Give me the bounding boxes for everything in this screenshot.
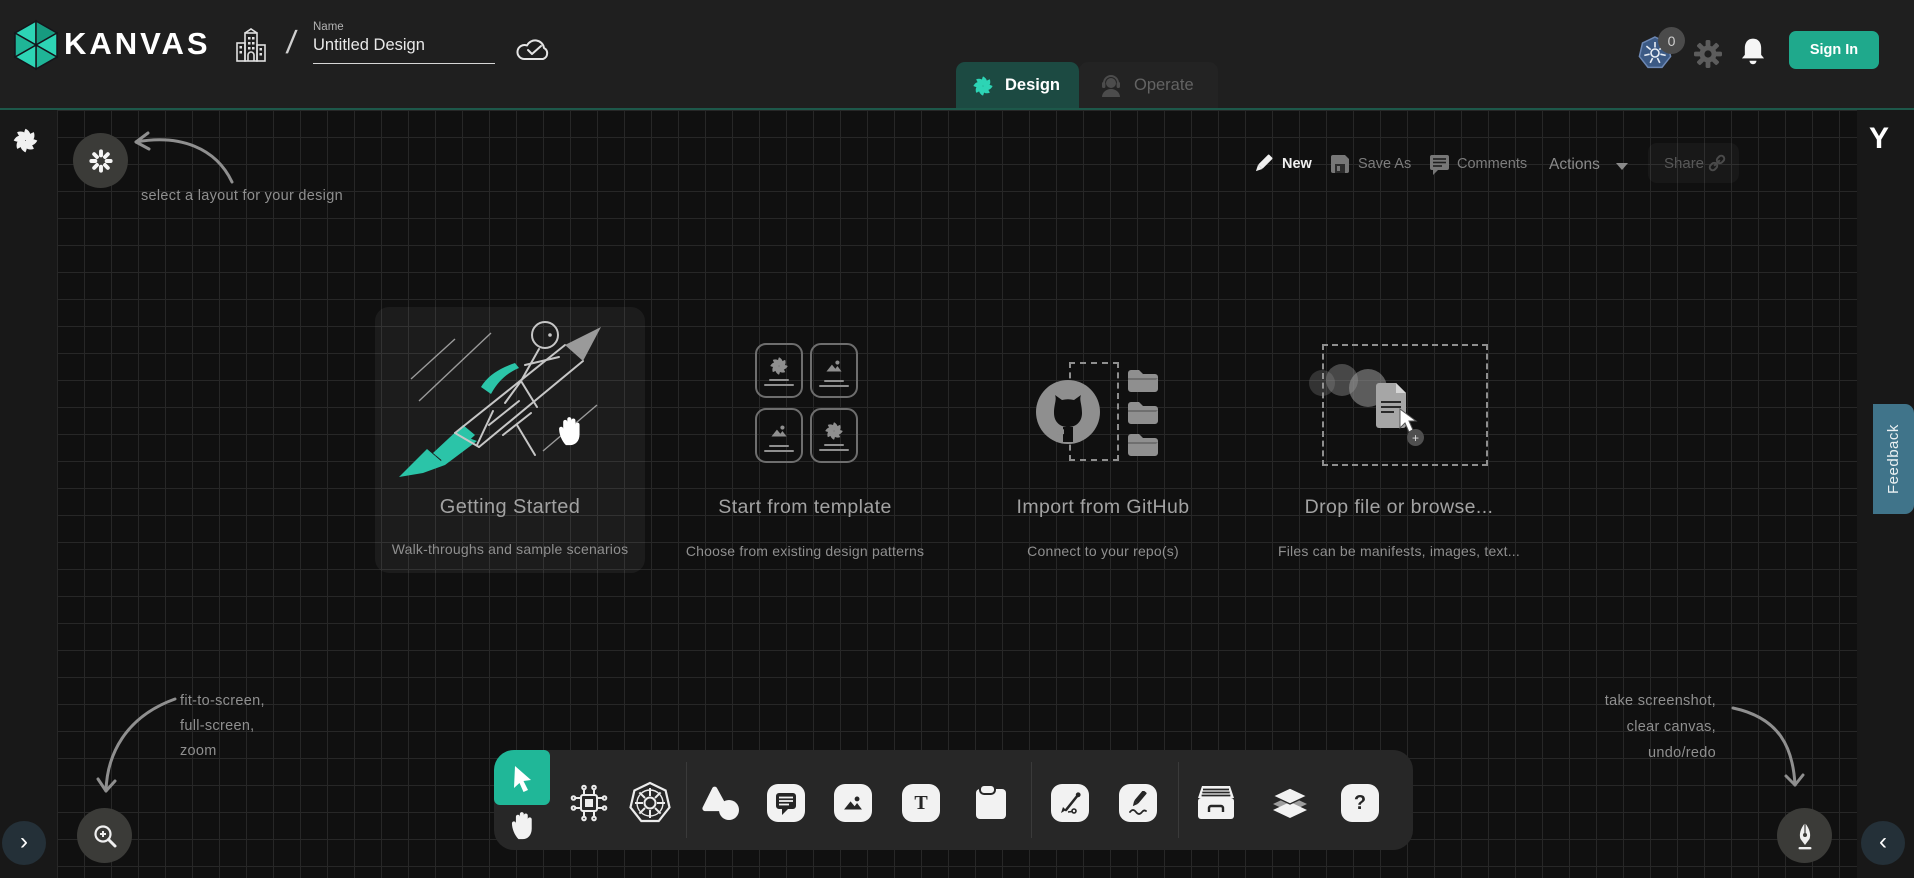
left-rail bbox=[0, 110, 57, 878]
bell-icon[interactable] bbox=[1739, 36, 1767, 68]
hint-take-screenshot: take screenshot, bbox=[1450, 693, 1716, 709]
shapes-tool[interactable] bbox=[701, 784, 741, 822]
breadcrumb-separator: / bbox=[284, 24, 298, 61]
card-subtitle: Files can be manifests, images, text... bbox=[1239, 543, 1559, 559]
select-cursor-icon bbox=[508, 763, 536, 793]
text-icon: T bbox=[914, 792, 927, 815]
kanvas-app: KANVAS / Name bbox=[0, 0, 1914, 878]
card-title: Start from template bbox=[655, 496, 955, 519]
text-tool[interactable]: T bbox=[902, 784, 940, 822]
dock-divider bbox=[1178, 762, 1179, 838]
card-subtitle: Choose from existing design patterns bbox=[645, 543, 965, 559]
folder-icon bbox=[1126, 399, 1160, 425]
design-name-group: Name bbox=[313, 21, 495, 64]
y-logo-icon[interactable]: Y bbox=[1869, 122, 1889, 156]
expand-left-panel-button[interactable]: › bbox=[2, 821, 46, 865]
image-icon bbox=[823, 355, 845, 377]
archive-tool[interactable] bbox=[1194, 784, 1238, 822]
getting-started-card[interactable]: Getting Started Walk-throughs and sample… bbox=[375, 307, 645, 573]
image-tool[interactable] bbox=[834, 784, 872, 822]
dock-divider bbox=[1031, 762, 1032, 838]
comment-tool[interactable] bbox=[767, 784, 805, 822]
pen-tool[interactable] bbox=[1051, 784, 1089, 822]
template-tile bbox=[755, 343, 803, 398]
expand-right-panel-button[interactable]: ‹ bbox=[1861, 821, 1905, 865]
tab-design[interactable]: Design bbox=[956, 62, 1079, 109]
tab-operate[interactable]: Operate bbox=[1079, 62, 1218, 109]
github-icon bbox=[1035, 379, 1101, 445]
hint-arrow-bottom-right bbox=[1725, 693, 1810, 798]
share-button[interactable]: Share bbox=[1648, 143, 1739, 183]
pencil-scribble-icon bbox=[1126, 791, 1150, 815]
question-icon: ? bbox=[1354, 792, 1366, 815]
circuit-tool[interactable] bbox=[569, 783, 609, 823]
link-icon bbox=[1707, 153, 1727, 173]
gear-icon[interactable] bbox=[1693, 39, 1723, 69]
sign-in-button[interactable]: Sign In bbox=[1789, 31, 1879, 69]
save-as-button[interactable]: Save As bbox=[1358, 156, 1411, 172]
pen-nib-icon bbox=[1792, 821, 1818, 851]
folder-icon bbox=[1126, 367, 1160, 393]
card-title: Drop file or browse... bbox=[1249, 496, 1549, 519]
dock-divider bbox=[686, 762, 687, 838]
card-subtitle: Walk-throughs and sample scenarios bbox=[350, 541, 670, 557]
asterisk-icon bbox=[88, 148, 114, 174]
brand-name: KANVAS bbox=[64, 26, 211, 62]
rocket-illustration bbox=[393, 313, 627, 485]
template-tile bbox=[810, 408, 858, 463]
hint-fit-to-screen: fit-to-screen, bbox=[180, 693, 265, 709]
hint-zoom: zoom bbox=[180, 743, 217, 759]
pen-icon bbox=[1058, 791, 1082, 815]
template-tile bbox=[755, 408, 803, 463]
comments-button[interactable]: Comments bbox=[1457, 156, 1527, 172]
hint-arrow-top-left bbox=[120, 118, 240, 190]
freehand-pen-button[interactable] bbox=[1777, 808, 1832, 863]
image-icon bbox=[840, 790, 866, 816]
design-pinwheel-icon bbox=[972, 75, 994, 97]
kanvas-logo-icon bbox=[12, 19, 60, 71]
tab-design-label: Design bbox=[1005, 76, 1060, 95]
hint-clear-canvas: clear canvas, bbox=[1450, 719, 1716, 735]
building-icon[interactable] bbox=[233, 27, 269, 65]
note-tool[interactable] bbox=[972, 783, 1010, 823]
design-name-input[interactable] bbox=[313, 36, 495, 64]
zoom-icon bbox=[91, 822, 119, 850]
tab-operate-label: Operate bbox=[1134, 76, 1194, 95]
select-tool[interactable] bbox=[494, 750, 550, 805]
new-button[interactable]: New bbox=[1282, 156, 1312, 172]
pinwheel-icon bbox=[769, 356, 789, 376]
hint-arrow-bottom-left bbox=[95, 685, 187, 807]
pencil-tool[interactable] bbox=[1119, 784, 1157, 822]
feedback-tab[interactable]: Feedback bbox=[1873, 404, 1914, 514]
template-tile bbox=[810, 343, 858, 398]
kubernetes-tool[interactable] bbox=[628, 781, 672, 825]
share-label: Share bbox=[1664, 155, 1704, 172]
card-title: Getting Started bbox=[360, 496, 660, 519]
pan-tool[interactable] bbox=[508, 810, 537, 842]
layout-hint-text: select a layout for your design bbox=[141, 188, 343, 204]
zoom-button[interactable] bbox=[77, 808, 132, 863]
actions-menu[interactable]: Actions bbox=[1549, 156, 1600, 174]
card-subtitle: Connect to your repo(s) bbox=[943, 543, 1263, 559]
pinwheel-icon bbox=[824, 421, 844, 441]
folder-icon bbox=[1126, 431, 1160, 457]
notification-count-badge: 0 bbox=[1658, 27, 1685, 54]
hint-undo-redo: undo/redo bbox=[1450, 745, 1716, 761]
hand-cursor-icon bbox=[555, 415, 585, 448]
name-label: Name bbox=[313, 21, 495, 33]
operate-headset-icon bbox=[1099, 74, 1123, 98]
meshery-pinwheel-icon[interactable] bbox=[12, 127, 39, 154]
caret-down-icon[interactable] bbox=[1616, 163, 1628, 170]
layers-tool[interactable] bbox=[1269, 782, 1311, 824]
floppy-icon[interactable] bbox=[1329, 153, 1351, 175]
card-title: Import from GitHub bbox=[953, 496, 1253, 519]
plus-badge-icon: + bbox=[1407, 429, 1424, 446]
pencil-icon[interactable] bbox=[1251, 152, 1275, 176]
image-icon bbox=[768, 420, 790, 442]
hint-full-screen: full-screen, bbox=[180, 718, 255, 734]
help-tool[interactable]: ? bbox=[1341, 784, 1379, 822]
comment-icon[interactable] bbox=[1428, 153, 1451, 176]
comment-icon bbox=[774, 791, 798, 815]
cloud-check-icon bbox=[514, 33, 556, 65]
